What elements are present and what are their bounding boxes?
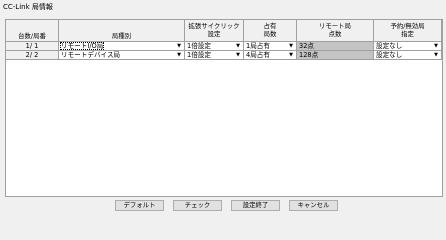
chevron-down-icon[interactable]: ▼ xyxy=(287,51,295,59)
occupied-dropdown[interactable]: 4局占有 ▼ xyxy=(244,51,297,60)
station-no-value: 1/ 1 xyxy=(25,42,39,50)
ext-cyclic-value: 1倍設定 xyxy=(187,42,211,50)
table-header-row: 台数/局番 局種別 拡張サイクリック 設定 占有 局数 リモート局 点数 予約/… xyxy=(6,20,442,42)
remote-points-value: 32点 xyxy=(299,42,314,50)
occupied-dropdown[interactable]: 1局占有 ▼ xyxy=(244,42,297,51)
default-button[interactable]: デフォルト xyxy=(115,200,164,211)
station-type-dropdown[interactable]: リモートデバイス局 ▼ xyxy=(59,51,185,60)
cc-link-station-info-dialog: CC-Link 局情報 台数/局番 局種別 拡張サイクリック 設定 占有 局数 … xyxy=(0,0,446,215)
header-occupied: 占有 局数 xyxy=(244,20,297,42)
window-title: CC-Link 局情報 xyxy=(3,3,53,11)
header-reserved-line2: 指定 xyxy=(401,29,414,38)
occupied-value: 1局占有 xyxy=(246,42,270,50)
header-station-type: 局種別 xyxy=(59,20,185,42)
header-station-type-label: 局種別 xyxy=(111,32,132,40)
header-ext-cyclic-line2: 設定 xyxy=(207,29,221,38)
chevron-down-icon[interactable]: ▼ xyxy=(432,42,440,50)
header-remote-points-line2: 点数 xyxy=(328,29,342,38)
finish-settings-button[interactable]: 設定終了 xyxy=(231,200,280,211)
reserved-value: 設定なし xyxy=(376,42,403,50)
ext-cyclic-dropdown[interactable]: 1倍設定 ▼ xyxy=(185,51,244,60)
station-type-value: リモートデバイス局 xyxy=(61,51,121,59)
check-button[interactable]: チェック xyxy=(173,200,222,211)
header-station-no-label: 台数/局番 xyxy=(18,32,46,40)
chevron-down-icon[interactable]: ▼ xyxy=(234,51,242,59)
remote-points-cell: 32点 xyxy=(297,42,374,51)
reserved-dropdown[interactable]: 設定なし ▼ xyxy=(374,51,442,60)
header-station-no: 台数/局番 xyxy=(6,20,59,42)
chevron-down-icon[interactable]: ▼ xyxy=(175,42,183,50)
chevron-down-icon[interactable]: ▼ xyxy=(432,51,440,59)
table-row: 1/ 1 リモートI/O局 ▼ 1倍設定 ▼ 1局占有 ▼ 32点 設定なし ▼ xyxy=(6,42,442,51)
cancel-button[interactable]: キャンセル xyxy=(289,200,338,211)
table-row: 2/ 2 リモートデバイス局 ▼ 1倍設定 ▼ 4局占有 ▼ 128点 設定なし… xyxy=(6,51,442,60)
header-remote-points: リモート局 点数 xyxy=(297,20,374,42)
header-reserved: 予約/無効局 指定 xyxy=(374,20,442,42)
chevron-down-icon[interactable]: ▼ xyxy=(234,42,242,50)
station-type-value: リモートI/O局 xyxy=(60,42,105,50)
reserved-value: 設定なし xyxy=(376,51,403,59)
ext-cyclic-value: 1倍設定 xyxy=(187,51,211,59)
remote-points-cell: 128点 xyxy=(297,51,374,60)
chevron-down-icon[interactable]: ▼ xyxy=(175,51,183,59)
occupied-value: 4局占有 xyxy=(246,51,270,59)
station-no-cell: 2/ 2 xyxy=(6,51,59,60)
station-no-value: 2/ 2 xyxy=(25,51,39,59)
station-no-cell: 1/ 1 xyxy=(6,42,59,51)
ext-cyclic-dropdown[interactable]: 1倍設定 ▼ xyxy=(185,42,244,51)
remote-points-value: 128点 xyxy=(299,51,319,59)
chevron-down-icon[interactable]: ▼ xyxy=(287,42,295,50)
header-occupied-line2: 局数 xyxy=(263,29,277,38)
reserved-dropdown[interactable]: 設定なし ▼ xyxy=(374,42,442,51)
station-table: 台数/局番 局種別 拡張サイクリック 設定 占有 局数 リモート局 点数 予約/… xyxy=(5,19,443,197)
header-ext-cyclic: 拡張サイクリック 設定 xyxy=(185,20,244,42)
station-type-dropdown[interactable]: リモートI/O局 ▼ xyxy=(59,42,185,51)
